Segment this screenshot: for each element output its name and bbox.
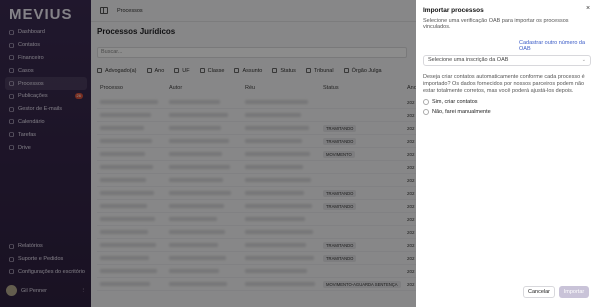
import-panel: Importar processos × Selecione uma verif…	[416, 0, 598, 307]
oab-select[interactable]: Selecione uma inscrição da OAB ⌄	[423, 55, 591, 66]
radio-circle[interactable]	[423, 109, 429, 115]
import-button[interactable]: Importar	[559, 286, 589, 298]
close-icon[interactable]: ×	[586, 5, 590, 12]
radio-label: Sim, criar contatos	[432, 99, 478, 105]
cancel-button[interactable]: Cancelar	[523, 286, 555, 298]
panel-subtitle: Selecione uma verificação OAB para impor…	[423, 18, 569, 30]
chevron-down-icon: ⌄	[581, 57, 586, 63]
radio-circle[interactable]	[423, 99, 429, 105]
panel-title: Importar processos	[423, 7, 484, 14]
radio-label: Não, farei manualmente	[432, 109, 491, 115]
radio-manual[interactable]: Não, farei manualmente	[423, 109, 491, 115]
oab-select-placeholder: Selecione uma inscrição da OAB	[428, 57, 509, 63]
radio-create-contacts[interactable]: Sim, criar contatos	[423, 99, 478, 105]
register-oab-link[interactable]: Cadastrar outro número da OAB	[519, 40, 598, 52]
create-contacts-question: Deseja criar contatos automaticamente co…	[423, 74, 585, 94]
